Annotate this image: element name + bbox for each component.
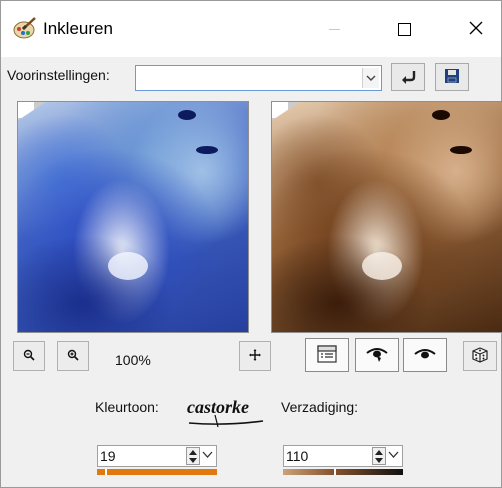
dice-icon: [471, 346, 489, 367]
result-image: [272, 102, 502, 332]
eye-preview-icon: [365, 346, 389, 365]
saturation-slider-thumb[interactable]: [334, 469, 336, 475]
saturation-label: Verzadiging:: [281, 399, 359, 415]
highlight: [108, 252, 148, 280]
maximize-button[interactable]: [381, 11, 427, 47]
zoom-out-icon: [23, 349, 35, 364]
zoom-in-button[interactable]: [57, 341, 89, 371]
ink-spot: [178, 110, 196, 120]
chevron-down-icon[interactable]: [362, 68, 379, 88]
minimize-icon: [328, 28, 340, 30]
presets-label: Voorinstellingen:: [7, 67, 110, 83]
maximize-icon: [397, 22, 411, 36]
pan-button[interactable]: [239, 341, 271, 371]
hue-label: Kleurtoon:: [95, 399, 159, 415]
arrow-down-icon[interactable]: [373, 456, 385, 464]
zoom-in-icon: [67, 349, 79, 364]
arrow-up-icon[interactable]: [187, 448, 199, 456]
ink-spot: [196, 146, 218, 154]
eye-icon: [413, 347, 437, 364]
chevron-down-icon[interactable]: [202, 449, 213, 464]
undo-arrow-icon: [399, 68, 417, 87]
saturation-spin-arrows[interactable]: [372, 447, 386, 465]
arrow-down-icon[interactable]: [187, 456, 199, 464]
saturation-value: 110: [286, 448, 309, 464]
arrow-up-icon[interactable]: [373, 448, 385, 456]
move-icon: [249, 348, 261, 364]
saturation-stepper[interactable]: 110: [283, 445, 403, 467]
castorke-logo: castorke: [185, 393, 267, 429]
presets-dropdown[interactable]: [135, 65, 382, 91]
original-preview[interactable]: [17, 101, 249, 333]
hue-slider-thumb[interactable]: [105, 469, 107, 475]
original-image: [18, 102, 248, 332]
result-preview[interactable]: [271, 101, 502, 333]
hue-value: 19: [100, 448, 116, 464]
save-preset-button[interactable]: [435, 63, 469, 91]
close-icon: [468, 20, 484, 39]
save-disk-icon: [444, 68, 460, 87]
ink-spot: [432, 110, 450, 120]
auto-proof-button[interactable]: [403, 338, 447, 372]
layout-toggle-button[interactable]: [305, 338, 349, 372]
hue-stepper[interactable]: 19: [97, 445, 217, 467]
preview-toggle-button[interactable]: [355, 338, 399, 372]
chevron-down-icon[interactable]: [388, 449, 399, 464]
close-button[interactable]: [453, 11, 499, 47]
ink-spot: [450, 146, 472, 154]
minimize-button[interactable]: [311, 11, 357, 47]
svg-text:castorke: castorke: [187, 397, 249, 417]
zoom-level: 100%: [115, 352, 151, 368]
dialog-window: Inkleuren Voorinstellingen: 100% Kleurto…: [0, 0, 502, 488]
saturation-slider[interactable]: [283, 469, 403, 475]
window-title: Inkleuren: [43, 19, 113, 38]
layout-icon: [317, 344, 337, 366]
hue-slider[interactable]: [97, 469, 217, 475]
hue-spin-arrows[interactable]: [186, 447, 200, 465]
randomize-button[interactable]: [463, 341, 497, 371]
title-bar: Inkleuren: [1, 1, 501, 57]
reset-preset-button[interactable]: [391, 63, 425, 91]
zoom-out-button[interactable]: [13, 341, 45, 371]
brush-palette-icon: [13, 17, 37, 39]
highlight: [362, 252, 402, 280]
